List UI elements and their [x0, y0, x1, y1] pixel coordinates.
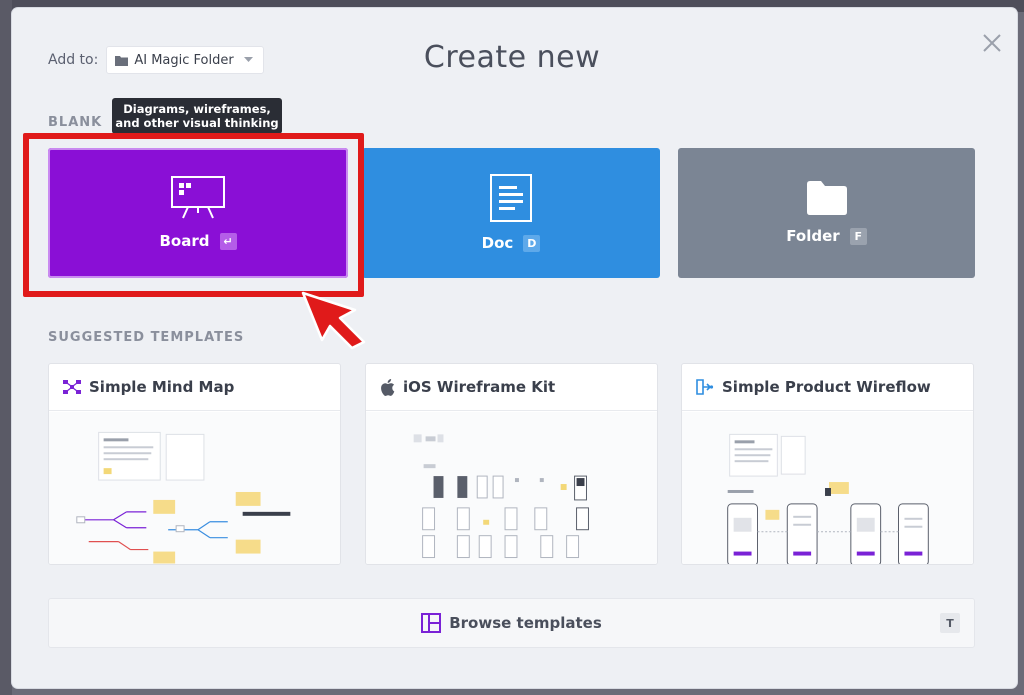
apple-icon: [381, 378, 395, 396]
close-icon: [983, 34, 1001, 52]
add-to-label: Add to:: [48, 52, 99, 68]
board-tooltip: Diagrams, wireframes, and other visual t…: [112, 98, 282, 134]
tooltip-line-1: Diagrams, wireframes,: [123, 102, 271, 116]
folder-icon: [806, 181, 847, 215]
folder-card[interactable]: Folder F: [678, 148, 975, 278]
doc-card[interactable]: Doc D: [362, 148, 660, 278]
ios-wireframe-thumbnail: [366, 412, 657, 564]
enter-key-hint: ↵: [219, 232, 237, 250]
doc-card-label: Doc: [481, 234, 514, 252]
backdrop-left: [0, 0, 12, 695]
template-name: Simple Mind Map: [89, 378, 235, 396]
board-icon: [171, 176, 225, 219]
folder-card-label: Folder: [786, 227, 840, 245]
browse-shortcut-hint: T: [940, 613, 960, 633]
templates-section-label: SUGGESTED TEMPLATES: [48, 330, 245, 345]
blank-section-label: BLANK: [48, 115, 103, 130]
create-new-dialog: Add to: AI Magic Folder Create new BLANK…: [12, 8, 1017, 688]
wireflow-icon: [696, 379, 714, 395]
board-card-label: Board: [159, 232, 210, 250]
close-button[interactable]: [977, 28, 1007, 58]
mind-map-icon: [63, 380, 81, 394]
dialog-title: Create new: [423, 40, 601, 75]
template-card-mind-map[interactable]: Simple Mind Map: [48, 363, 341, 565]
template-card-product-wireflow[interactable]: Simple Product Wireflow: [681, 363, 974, 565]
pointer-arrow-icon: [301, 291, 366, 350]
mind-map-thumbnail: [49, 412, 340, 564]
templates-layout-icon: [421, 613, 442, 633]
doc-icon: [490, 174, 532, 222]
product-wireflow-thumbnail: [682, 412, 973, 564]
browse-templates-button[interactable]: Browse templates T: [48, 598, 975, 648]
folder-select-value: AI Magic Folder: [134, 52, 234, 68]
folder-select[interactable]: AI Magic Folder: [106, 46, 264, 74]
board-card[interactable]: Board ↵: [48, 148, 348, 278]
chevron-down-icon: [243, 57, 253, 62]
folder-small-icon: [115, 55, 129, 66]
add-to-row: Add to: AI Magic Folder: [48, 46, 264, 74]
template-name: iOS Wireframe Kit: [403, 378, 556, 396]
browse-templates-label: Browse templates: [449, 614, 602, 632]
template-name: Simple Product Wireflow: [722, 378, 931, 396]
folder-shortcut-hint: F: [849, 227, 867, 245]
doc-shortcut-hint: D: [523, 234, 541, 252]
template-card-ios-wireframe[interactable]: iOS Wireframe Kit: [365, 363, 658, 565]
tooltip-line-2: and other visual thinking: [115, 116, 279, 130]
